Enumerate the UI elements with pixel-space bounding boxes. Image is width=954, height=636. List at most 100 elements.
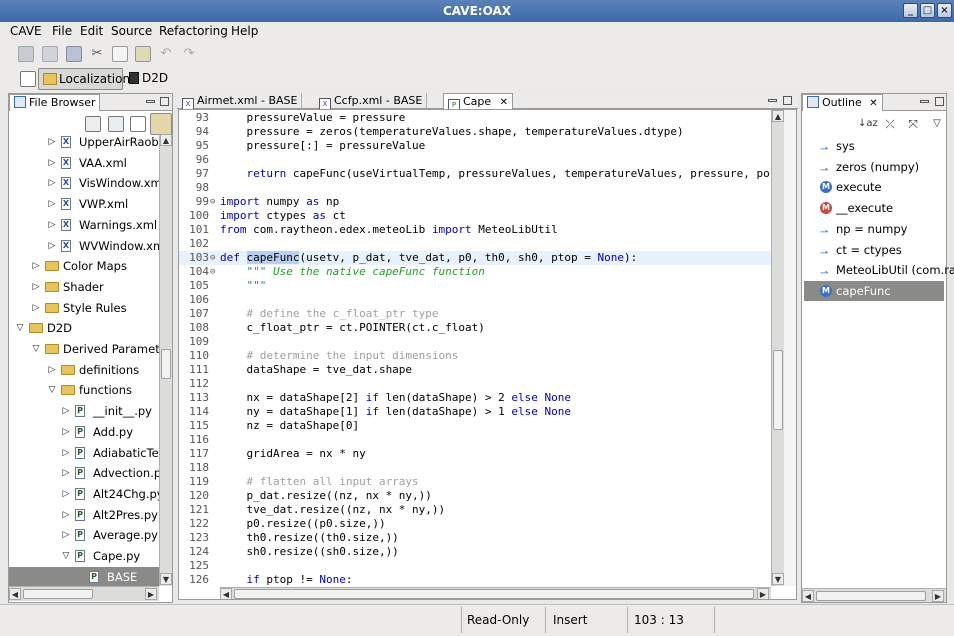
code-text[interactable]: pressure = zeros(temperatureValues.shape… [220, 125, 683, 139]
expand-arrow-right-icon[interactable]: ▷ [61, 422, 71, 442]
expand-arrow-right-icon[interactable]: ▷ [47, 236, 57, 256]
code-lines[interactable]: 93 pressureValue = pressure 94 pressure =… [179, 111, 771, 587]
code-text[interactable]: def capeFunc(usetv, p_dat, tve_dat, p0, … [220, 251, 637, 265]
file-tree-row[interactable]: ▷ X VisWindow.xml [9, 173, 159, 193]
code-line[interactable]: 100 import ctypes as ct [179, 209, 771, 223]
scroll-right-arrow-icon[interactable]: ▶ [145, 588, 157, 600]
code-text[interactable]: # determine the input dimensions [220, 349, 458, 363]
code-text[interactable]: sh0.resize((sh0.size,)) [220, 545, 398, 559]
expand-arrow-right-icon[interactable]: ▷ [61, 443, 71, 463]
code-line[interactable]: 118 [179, 461, 771, 475]
redo-icon[interactable]: ↷ [181, 46, 197, 62]
expand-arrow-right-icon[interactable]: ▷ [47, 153, 57, 173]
outline-item[interactable]: ⇀ np = numpy [804, 219, 944, 239]
fold-toggle-icon[interactable]: ⊖ [210, 195, 215, 209]
code-line[interactable]: 120 p_dat.resize((nz, nx * ny,)) [179, 489, 771, 503]
menu-cave[interactable]: CAVE [10, 24, 42, 38]
sort-alphabetically-icon[interactable]: ↓az [858, 116, 878, 132]
code-line[interactable]: 94 pressure = zeros(temperatureValues.sh… [179, 125, 771, 139]
view-menu-chevron-down-icon[interactable]: ▽ [929, 116, 945, 132]
file-tree-row[interactable]: ▷ P Add.py [9, 422, 159, 442]
scroll-up-arrow-icon[interactable]: ▲ [772, 110, 784, 122]
code-text[interactable]: th0.resize((th0.size,)) [220, 531, 398, 545]
code-line[interactable]: 123 th0.resize((th0.size,)) [179, 531, 771, 545]
code-line[interactable]: 103 ⊖ def capeFunc(usetv, p_dat, tve_dat, … [179, 251, 771, 265]
file-tree-row[interactable]: P BASE [9, 566, 159, 586]
editor-hscroll-thumb[interactable] [234, 589, 754, 599]
code-line[interactable]: 111 dataShape = tve_dat.shape [179, 363, 771, 377]
file-tree-row[interactable]: ▷ Style Rules [9, 298, 159, 318]
tab-ccfp[interactable]: X Ccfp.xml - BASE [315, 93, 428, 110]
expand-all-icon[interactable]: ⤧ [905, 116, 921, 132]
tab-file-browser[interactable]: File Browser [9, 94, 101, 111]
file-tree-row[interactable]: ▷ P Alt24Chg.py [9, 484, 159, 504]
expand-arrow-right-icon[interactable]: ▷ [47, 132, 57, 152]
code-line[interactable]: 107 # define the c_float_ptr type [179, 307, 771, 321]
code-line[interactable]: 96 [179, 153, 771, 167]
scroll-left-arrow-icon[interactable]: ◀ [9, 588, 21, 600]
undo-icon[interactable]: ↶ [158, 46, 174, 62]
filter-icon[interactable] [108, 116, 124, 132]
editor-vscrollbar[interactable]: ▲ ▼ [771, 110, 784, 586]
menu-refactoring[interactable]: Refactoring [159, 24, 228, 38]
expand-arrow-right-icon[interactable]: ▷ [61, 505, 71, 525]
outline-hscroll-thumb[interactable] [816, 591, 926, 601]
code-line[interactable]: 117 gridArea = nx * ny [179, 447, 771, 461]
window-title-bar[interactable]: CAVE:OAX _ □ × [0, 0, 954, 22]
file-tree-row[interactable]: ▷ P Average.py [9, 525, 159, 545]
code-text[interactable]: tve_dat.resize((nz, nx * ny,)) [220, 503, 445, 517]
collapse-all-icon[interactable] [85, 116, 101, 132]
minimize-window-button[interactable]: _ [903, 3, 918, 18]
file-tree-row[interactable]: ▷ P Advection.py [9, 463, 159, 483]
maximize-panel-icon[interactable] [160, 97, 169, 106]
file-tree-row[interactable]: ▽ D2D [9, 318, 159, 338]
localization-perspective-button[interactable]: Localization [38, 68, 130, 90]
file-tree-row[interactable]: ▽ Derived Parameter [9, 339, 159, 359]
scroll-up-arrow-icon[interactable]: ▲ [160, 134, 172, 146]
code-text[interactable]: return capeFunc(useVirtualTemp, pressure… [220, 167, 770, 181]
expand-arrow-right-icon[interactable]: ▷ [61, 463, 71, 483]
outline-item[interactable]: ⇀ MeteoLibUtil (com.ra [804, 260, 954, 280]
editor-hscrollbar[interactable]: ◀ ▶ [220, 587, 771, 599]
expand-arrow-right-icon[interactable]: ▷ [31, 256, 41, 276]
code-text[interactable]: from com.raytheon.edex.meteoLib import M… [220, 223, 558, 237]
file-tree-row[interactable]: ▷ Color Maps [9, 256, 159, 276]
expand-arrow-right-icon[interactable]: ▷ [47, 360, 57, 380]
tab-outline[interactable]: Outline ✕ [802, 94, 883, 111]
minimize-outline-icon[interactable] [920, 100, 929, 103]
code-line[interactable]: 105 """ [179, 279, 771, 293]
code-text[interactable]: # define the c_float_ptr type [220, 307, 438, 321]
view-menu-icon[interactable] [130, 116, 146, 132]
menu-source[interactable]: Source [111, 24, 152, 38]
expand-arrow-right-icon[interactable]: ▷ [47, 173, 57, 193]
code-text[interactable]: import ctypes as ct [220, 209, 346, 223]
code-text[interactable]: nz = dataShape[0] [220, 419, 359, 433]
close-window-button[interactable]: × [937, 3, 952, 18]
paste-icon[interactable] [135, 46, 151, 62]
code-line[interactable]: 114 ny = dataShape[1] if len(dataShape) … [179, 405, 771, 419]
close-tab-icon[interactable]: ✕ [500, 97, 508, 108]
file-tree-row[interactable]: ▷ P AdiabaticTem [9, 443, 159, 463]
file-tree-vscrollbar[interactable]: ▲ ▼ [159, 134, 172, 586]
expand-arrow-down-icon[interactable]: ▽ [47, 380, 57, 400]
file-tree-row[interactable]: ▷ X Warnings.xml [9, 215, 159, 235]
tab-cape[interactable]: P Cape ✕ [443, 93, 514, 111]
outline-item[interactable]: M __execute [804, 198, 944, 218]
copy-icon[interactable] [112, 46, 128, 62]
code-text[interactable]: """ [220, 279, 266, 293]
code-text[interactable]: # flatten all input arrays [220, 475, 418, 489]
code-text[interactable]: p_dat.resize((nz, nx * ny,)) [220, 489, 431, 503]
code-line[interactable]: 108 c_float_ptr = ct.POINTER(ct.c_float) [179, 321, 771, 335]
code-text[interactable]: p0.resize((p0.size,)) [220, 517, 385, 531]
outline-item[interactable]: ⇀ zeros (numpy) [804, 157, 944, 177]
save-icon[interactable] [18, 46, 34, 62]
print-icon[interactable] [66, 46, 82, 62]
code-line[interactable]: 116 [179, 433, 771, 447]
outline-item[interactable]: McapeFunc [804, 280, 944, 301]
code-text[interactable]: nx = dataShape[2] if len(dataShape) > 2 … [220, 391, 571, 405]
file-tree-row[interactable]: ▷ Shader [9, 277, 159, 297]
code-text[interactable]: pressureValue = pressure [220, 111, 405, 125]
expand-arrow-right-icon[interactable]: ▷ [31, 298, 41, 318]
code-line[interactable]: 125 [179, 559, 771, 573]
code-text[interactable]: import numpy as np [220, 195, 339, 209]
